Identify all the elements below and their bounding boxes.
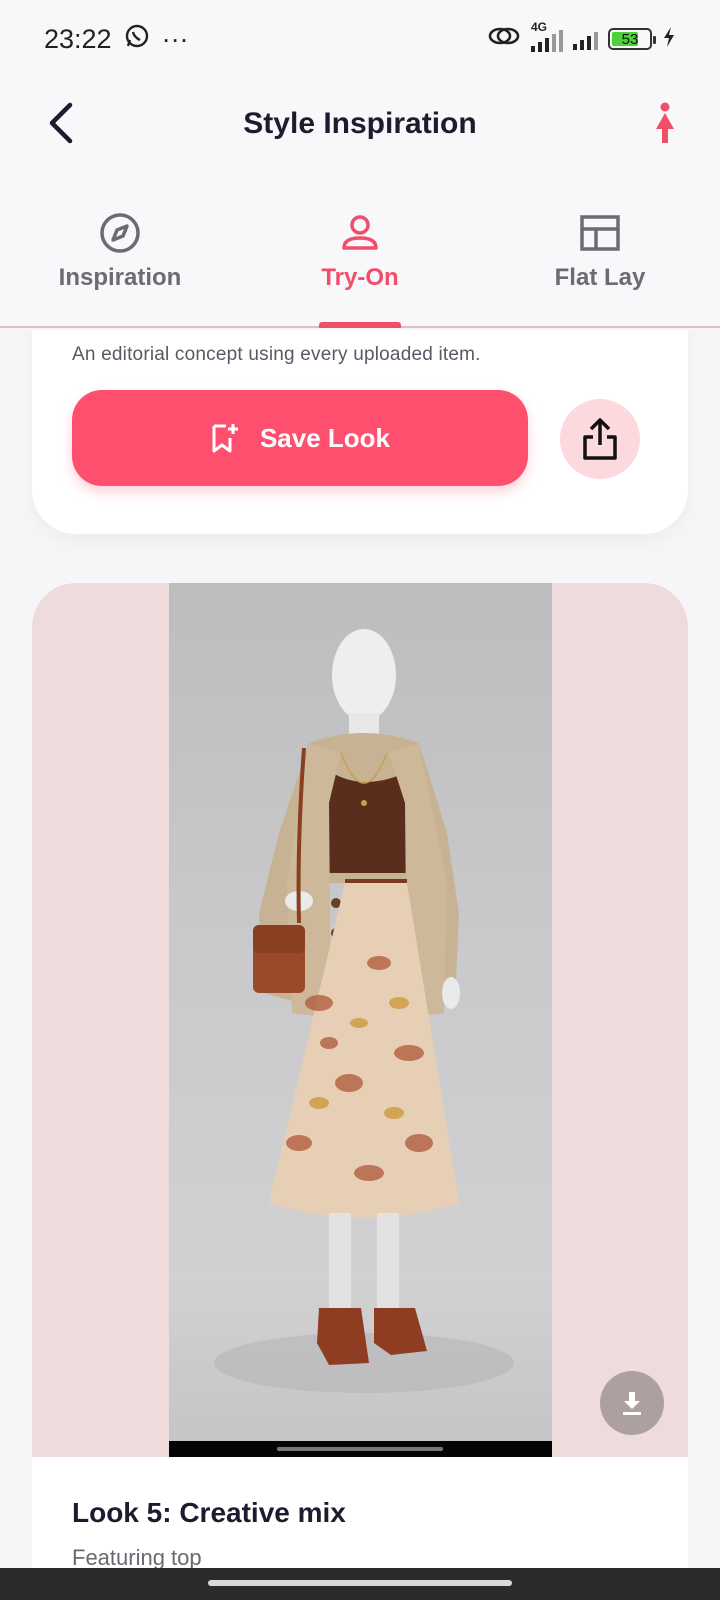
tab-label: Inspiration bbox=[58, 264, 182, 291]
person-icon bbox=[656, 102, 674, 143]
active-tab-indicator bbox=[319, 322, 401, 328]
tab-label: Try-On bbox=[321, 264, 399, 291]
look-title: Look 5: Creative mix bbox=[72, 1497, 346, 1528]
signal-icon: 4G bbox=[531, 20, 563, 52]
save-look-label: Save Look bbox=[259, 422, 391, 453]
scroll-content[interactable]: An editorial concept using every uploade… bbox=[0, 330, 720, 1568]
tab-bar: Inspiration Try-On Flat Lay bbox=[0, 170, 720, 328]
app-bar: Style Inspiration bbox=[0, 78, 720, 170]
compass-icon bbox=[100, 213, 140, 253]
look-card: Look 5: Creative mix Featuring top bbox=[32, 583, 688, 1568]
look-subtitle: Featuring top bbox=[72, 1545, 202, 1568]
share-button[interactable] bbox=[560, 399, 640, 479]
user-icon bbox=[342, 215, 378, 250]
layout-icon bbox=[580, 215, 620, 251]
whatsapp-icon bbox=[124, 23, 150, 56]
share-icon bbox=[583, 418, 617, 460]
system-nav-bar bbox=[0, 1568, 720, 1600]
battery-level: 53 bbox=[621, 30, 639, 48]
link-icon bbox=[487, 23, 521, 56]
home-gesture-handle[interactable] bbox=[208, 1580, 512, 1586]
back-button[interactable] bbox=[36, 98, 86, 148]
tab-flat-lay[interactable]: Flat Lay bbox=[480, 170, 720, 326]
tab-label: Flat Lay bbox=[554, 264, 646, 291]
charging-icon bbox=[662, 24, 676, 55]
mannequin-photo[interactable] bbox=[169, 583, 552, 1457]
chevron-left-icon bbox=[49, 102, 73, 144]
tab-inspiration[interactable]: Inspiration bbox=[0, 170, 240, 326]
bookmark-add-icon bbox=[212, 424, 238, 453]
more-notifications: ··· bbox=[161, 23, 189, 54]
concept-description: An editorial concept using every uploade… bbox=[72, 344, 481, 365]
battery-icon: 53 bbox=[608, 28, 656, 50]
network-type: 4G bbox=[531, 20, 548, 34]
download-button[interactable] bbox=[600, 1371, 664, 1435]
save-look-button[interactable]: Save Look bbox=[72, 390, 528, 486]
download-icon bbox=[623, 1392, 641, 1415]
look-image-area bbox=[32, 583, 688, 1457]
model-button[interactable] bbox=[640, 98, 690, 148]
status-bar: 23:22 ··· 4G 53 bbox=[0, 0, 720, 78]
photo-scroll-bar bbox=[169, 1441, 552, 1457]
signal-icon-2 bbox=[573, 28, 598, 50]
tab-try-on[interactable]: Try-On bbox=[240, 170, 480, 328]
page-title: Style Inspiration bbox=[243, 107, 477, 140]
status-time: 23:22 bbox=[44, 23, 112, 54]
concept-card: An editorial concept using every uploade… bbox=[32, 330, 688, 534]
mannequin-illustration bbox=[214, 629, 514, 1393]
